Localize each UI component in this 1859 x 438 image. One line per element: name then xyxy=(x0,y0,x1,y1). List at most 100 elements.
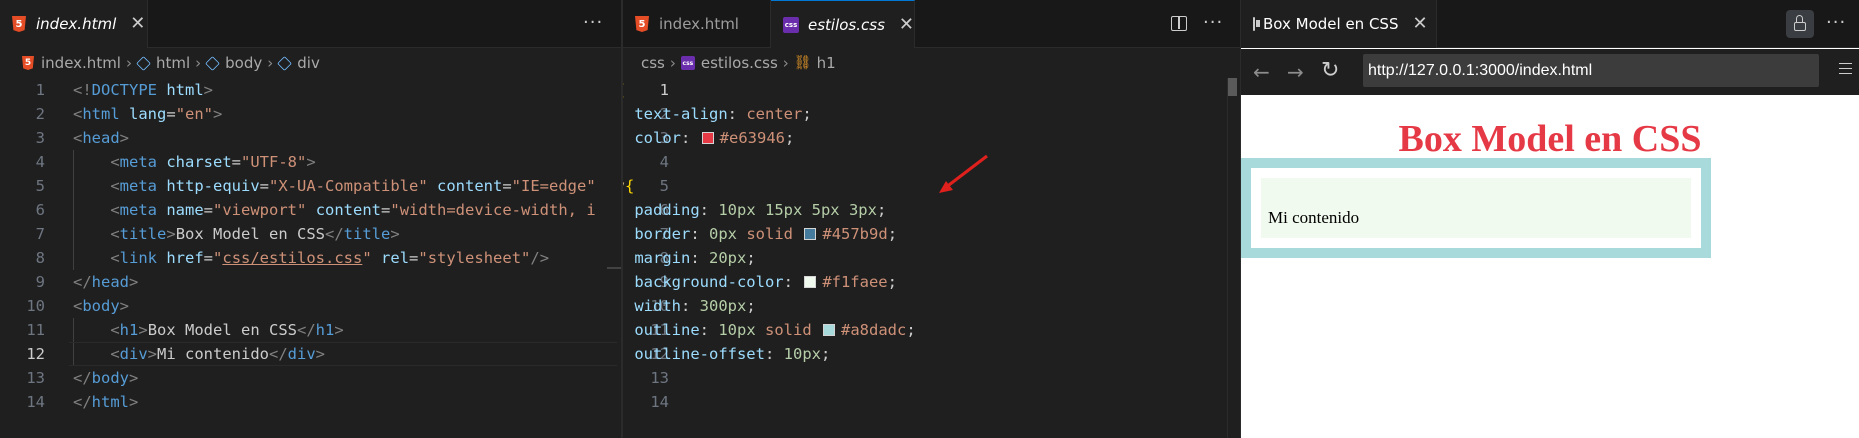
tab-label: estilos.css xyxy=(808,15,885,34)
editor-pane-index-html: 5 index.html ✕ ··· 5 index.html › html ›… xyxy=(0,0,621,438)
code-token: charset xyxy=(166,153,232,171)
breadcrumb-item[interactable]: html xyxy=(156,54,190,72)
close-icon[interactable]: ✕ xyxy=(1412,15,1427,33)
code-token: < xyxy=(110,225,120,243)
code-line[interactable]: </html> xyxy=(73,390,138,414)
code-token: { xyxy=(623,81,625,99)
code-token: link xyxy=(119,249,157,267)
breadcrumb-item[interactable]: css xyxy=(641,54,665,72)
code-line[interactable]: <meta charset="UTF-8"> xyxy=(73,150,315,174)
tab-browser-preview[interactable]: Box Model en CSS ✕ xyxy=(1241,0,1437,48)
code-token: html xyxy=(91,393,129,411)
minimap-border xyxy=(1227,78,1228,438)
color-swatch[interactable] xyxy=(701,132,714,144)
code-line[interactable]: <body> xyxy=(73,294,129,318)
code-token: { xyxy=(625,177,635,195)
code-line[interactable]: </body> xyxy=(73,366,138,390)
code-token: ; xyxy=(746,297,756,315)
code-line[interactable]: </head> xyxy=(73,270,138,294)
close-icon[interactable]: ✕ xyxy=(130,15,145,33)
code-token: < xyxy=(73,129,83,147)
back-arrow-icon[interactable]: ← xyxy=(1253,60,1270,84)
code-line[interactable]: <head> xyxy=(73,126,129,150)
pane-divider[interactable] xyxy=(1240,0,1241,438)
code-line[interactable]: <title>Box Model en CSS</title> xyxy=(73,222,399,246)
code-line[interactable]: <div>Mi contenido</div> xyxy=(73,342,325,366)
code-line[interactable]: background-color: #f1faee; xyxy=(623,270,897,294)
code-line[interactable]: text-align: center; xyxy=(623,102,811,126)
tab-index-html[interactable]: 5 index.html ✕ xyxy=(0,0,148,48)
code-line[interactable]: outline-offset: 10px; xyxy=(623,342,830,366)
color-swatch[interactable] xyxy=(823,324,836,336)
code-line[interactable]: <h1>Box Model en CSS</h1> xyxy=(73,318,344,342)
hamburger-menu-icon[interactable] xyxy=(1839,63,1852,74)
code-token: body xyxy=(91,369,129,387)
code-line[interactable]: <html lang="en"> xyxy=(73,102,222,126)
code-token: h1 xyxy=(119,321,139,339)
more-actions-icon[interactable]: ··· xyxy=(1203,12,1223,33)
line-number: 10 xyxy=(26,297,45,315)
split-editor-icon[interactable] xyxy=(1171,16,1187,31)
code-token: > xyxy=(334,321,344,339)
pane-divider[interactable] xyxy=(621,0,622,438)
line-number: 3 xyxy=(35,129,45,147)
code-token: 10px 15px 5px 3px xyxy=(718,201,877,219)
code-line[interactable]: div{ xyxy=(623,174,635,198)
element-icon xyxy=(277,55,293,71)
reload-icon[interactable]: ↻ xyxy=(1321,58,1339,83)
color-swatch[interactable] xyxy=(804,276,817,288)
more-actions-icon[interactable]: ··· xyxy=(1826,12,1846,33)
line-number: 2 xyxy=(35,105,45,123)
code-token: content xyxy=(315,201,382,219)
breadcrumb-item[interactable]: div xyxy=(297,54,320,72)
css-icon: css xyxy=(783,16,799,33)
tab-estilos-css[interactable]: css estilos.css ✕ xyxy=(771,0,915,48)
code-token: DOCTYPE xyxy=(91,81,157,99)
code-token: #a8dadc xyxy=(841,321,907,339)
code-token: name xyxy=(166,201,204,219)
code-token: ; xyxy=(906,321,916,339)
breadcrumb-item[interactable]: estilos.css xyxy=(701,54,778,72)
code-token: = xyxy=(231,153,242,171)
selector-icon: ⛓ xyxy=(793,55,812,71)
code-line[interactable]: border: 0px solid #457b9d; xyxy=(623,222,897,246)
code-line[interactable]: <meta http-equiv="X-UA-Compatible" conte… xyxy=(73,174,595,198)
code-token: > xyxy=(119,297,130,315)
url-input[interactable]: http://127.0.0.1:3000/index.html xyxy=(1363,54,1819,87)
code-line[interactable]: color: #e63946; xyxy=(623,126,795,150)
color-swatch[interactable] xyxy=(804,228,817,240)
breadcrumb-item[interactable]: body xyxy=(225,54,262,72)
chevron-right-icon: › xyxy=(267,54,274,72)
close-icon[interactable]: ✕ xyxy=(899,15,914,34)
code-token: css/estilos.css xyxy=(222,249,363,267)
code-token: 10px xyxy=(718,321,756,339)
scrollbar-thumb[interactable] xyxy=(1228,78,1237,96)
code-line[interactable]: h1{ xyxy=(623,78,625,102)
forward-arrow-icon[interactable]: → xyxy=(1287,60,1304,84)
code-token: : xyxy=(690,249,709,267)
more-actions-icon[interactable]: ··· xyxy=(583,12,603,33)
code-token: center xyxy=(746,105,803,123)
chevron-right-icon: › xyxy=(125,54,132,72)
code-line[interactable]: <link href="css/estilos.css" rel="styles… xyxy=(73,246,549,270)
code-line[interactable]: <!DOCTYPE html> xyxy=(73,78,213,102)
lock-icon[interactable] xyxy=(1786,10,1814,38)
tab-index-html[interactable]: 5 index.html xyxy=(623,0,771,48)
code-line[interactable]: width: 300px; xyxy=(623,294,756,318)
scrollbar[interactable] xyxy=(607,267,621,269)
code-token: text-align xyxy=(634,105,728,123)
code-token: < xyxy=(110,177,120,195)
code-token: "en" xyxy=(175,105,214,123)
code-token: background-color xyxy=(634,273,784,291)
code-line[interactable]: margin: 20px; xyxy=(623,246,755,270)
code-line[interactable]: padding: 10px 15px 5px 3px; xyxy=(623,198,886,222)
code-line[interactable]: <meta name="viewport" content="width=dev… xyxy=(73,198,595,222)
code-line[interactable]: outline: 10px solid #a8dadc; xyxy=(623,318,916,342)
breadcrumb-item[interactable]: index.html xyxy=(41,54,121,72)
breadcrumb-item[interactable]: h1 xyxy=(817,54,836,72)
code-token: ; xyxy=(785,129,795,147)
